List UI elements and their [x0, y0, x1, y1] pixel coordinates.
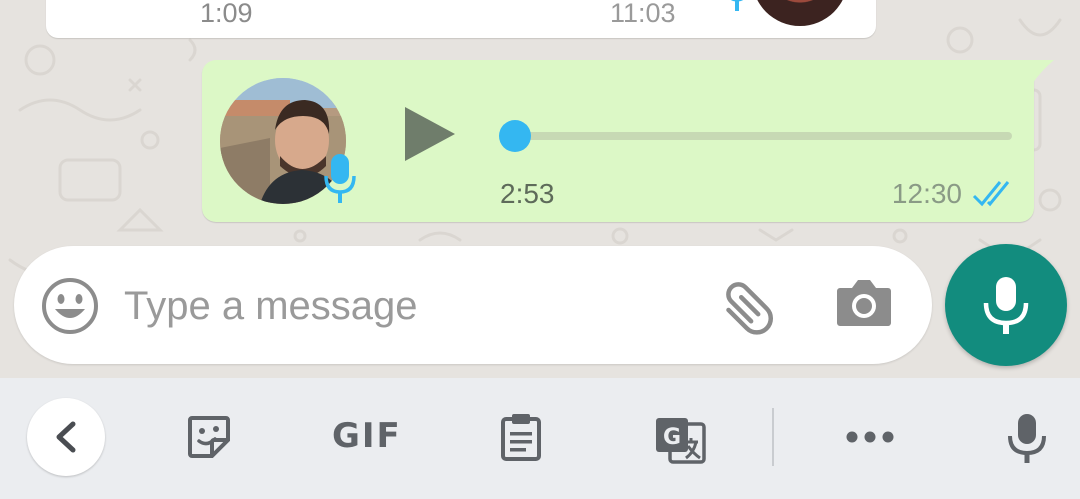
sticker-icon[interactable]: [186, 414, 232, 460]
voice-progress-thumb[interactable]: [499, 120, 531, 152]
mic-icon: [730, 0, 744, 11]
record-voice-button[interactable]: [945, 244, 1067, 366]
previous-message-bubble: 1:09 11:03: [46, 0, 876, 38]
previous-message-duration: 1:09: [200, 0, 253, 28]
toolbar-divider: [772, 408, 774, 466]
mic-icon[interactable]: [1006, 412, 1048, 464]
chevron-left-icon: [56, 421, 76, 453]
previous-message-time: 11:03: [610, 0, 676, 28]
voice-message-bubble[interactable]: 2:53 12:30: [202, 60, 1034, 222]
camera-icon[interactable]: [836, 276, 892, 330]
double-check-icon: [972, 181, 1010, 207]
emoji-icon[interactable]: [40, 276, 100, 336]
bubble-tail: [1032, 60, 1054, 84]
svg-text:G: G: [663, 425, 681, 450]
keyboard-toolbar: GIF G: [0, 378, 1080, 499]
paperclip-icon[interactable]: [718, 274, 780, 336]
message-input[interactable]: [122, 276, 706, 336]
message-composer: [14, 246, 932, 364]
translate-icon[interactable]: G: [654, 416, 706, 464]
play-button[interactable]: [402, 104, 458, 164]
gif-button[interactable]: GIF: [332, 416, 402, 456]
mic-icon: [983, 277, 1029, 334]
sender-avatar[interactable]: [752, 0, 848, 26]
voice-duration: 2:53: [500, 178, 555, 209]
voice-progress-track[interactable]: [502, 132, 1012, 140]
chat-background: 1:09 11:03 2:53 12:30 Type a message: [0, 0, 1080, 378]
message-time: 12:30: [891, 178, 962, 209]
keyboard-back-button[interactable]: [27, 398, 105, 476]
more-icon[interactable]: [846, 430, 894, 444]
clipboard-icon[interactable]: [499, 412, 543, 462]
mic-icon: [324, 154, 356, 203]
